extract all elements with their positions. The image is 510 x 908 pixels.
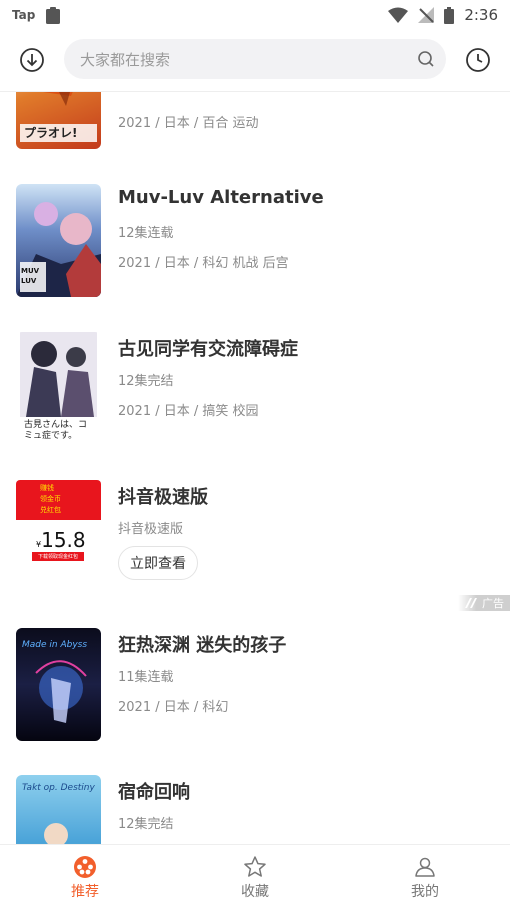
item-title: 宿命回响 [118, 782, 190, 803]
status-bar: Tap 2:36 [0, 0, 510, 30]
list-item[interactable]: プラオレ! 2021 / 日本 / 百合 运动 [16, 92, 496, 156]
nav-recommend[interactable]: 推荐 [0, 845, 170, 908]
view-now-label: 立即查看 [130, 556, 186, 572]
cover-label: Takt op. Destiny [22, 783, 95, 793]
status-carrier: Tap [12, 8, 36, 22]
ad-cover-button: 下载领取现金红包 [37, 554, 78, 560]
cover-image: Takt op. Destiny [16, 775, 101, 844]
history-clock-icon[interactable] [465, 47, 491, 73]
ad-cover-line: 领金币 [40, 495, 61, 503]
cover-label: プラオレ! [24, 126, 78, 140]
ad-tag: 广告 [458, 595, 510, 611]
nav-label: 推荐 [71, 884, 99, 900]
search-icon[interactable] [416, 49, 436, 69]
bottom-nav: 推荐 收藏 我的 [0, 844, 510, 908]
battery-icon [444, 6, 455, 24]
item-episodes: 12集连载 [118, 226, 174, 241]
ad-cover-line: 兑红包 [40, 506, 61, 514]
ad-tag-label: 广告 [482, 597, 504, 610]
item-title: 狂热深渊 迷失的孩子 [118, 635, 287, 656]
clipboard-icon [46, 7, 61, 24]
status-time: 2:36 [464, 6, 498, 24]
cover-image: 古見さんは、コミュ症です。 [16, 332, 101, 445]
search-input[interactable]: 大家都在搜索 [64, 39, 446, 79]
search-placeholder: 大家都在搜索 [80, 50, 171, 69]
cover-label: 古見さんは、コミュ症です。 [24, 420, 88, 441]
item-title: Muv-Luv Alternative [118, 187, 324, 208]
star-icon [244, 856, 266, 877]
item-meta: 2021 / 日本 / 科幻 [118, 700, 229, 715]
list-item[interactable]: Made in Abyss 狂热深渊 迷失的孩子 11集连载 2021 / 日本… [16, 628, 496, 748]
item-meta: 2021 / 日本 / 百合 运动 [118, 116, 259, 131]
nav-favorites[interactable]: 收藏 [170, 845, 340, 908]
ad-subtitle: 抖音极速版 [118, 522, 184, 537]
view-now-button[interactable]: 立即查看 [118, 546, 198, 580]
ad-cover-line: 赚钱 [40, 484, 54, 492]
cover-label: Made in Abyss [22, 640, 88, 650]
signal-off-icon [418, 7, 435, 23]
app-screen: Tap 2:36 大家都在搜索 プラオレ! 2021 / 日本 / 百合 运动 … [0, 0, 510, 908]
nav-label: 我的 [411, 884, 439, 900]
cover-image: MUV LUV [16, 184, 101, 297]
item-episodes: 12集完结 [118, 374, 174, 389]
ad-cover-price: 15.8 [41, 528, 86, 552]
download-icon[interactable] [19, 47, 45, 73]
list-item[interactable]: Takt op. Destiny 宿命回响 12集完结 [16, 775, 496, 844]
item-title: 古见同学有交流障碍症 [118, 339, 298, 360]
film-reel-icon [74, 856, 96, 878]
user-icon [415, 857, 435, 877]
item-title: 抖音极速版 [118, 487, 208, 508]
nav-label: 收藏 [241, 884, 269, 900]
nav-mine[interactable]: 我的 [340, 845, 510, 908]
top-bar: 大家都在搜索 [0, 38, 510, 82]
ad-cover-image: 赚钱 领金币 兑红包 ¥ 15.8 下载领取现金红包 [16, 480, 101, 593]
ad-logo-icon [465, 598, 477, 608]
item-meta: 2021 / 日本 / 科幻 机战 后宫 [118, 256, 289, 271]
list-item[interactable]: MUV LUV Muv-Luv Alternative 12集连载 2021 /… [16, 184, 496, 304]
cover-image: プラオレ! [16, 92, 101, 149]
wifi-icon [388, 7, 409, 23]
cover-label: MUV LUV [21, 267, 40, 285]
anime-list[interactable]: プラオレ! 2021 / 日本 / 百合 运动 MUV LUV Muv-Luv … [0, 92, 510, 844]
item-episodes: 11集连载 [118, 670, 174, 685]
cover-image: Made in Abyss [16, 628, 101, 741]
item-episodes: 12集完结 [118, 817, 174, 832]
list-item[interactable]: 古見さんは、コミュ症です。 古见同学有交流障碍症 12集完结 2021 / 日本… [16, 332, 496, 452]
item-meta: 2021 / 日本 / 搞笑 校园 [118, 404, 259, 419]
